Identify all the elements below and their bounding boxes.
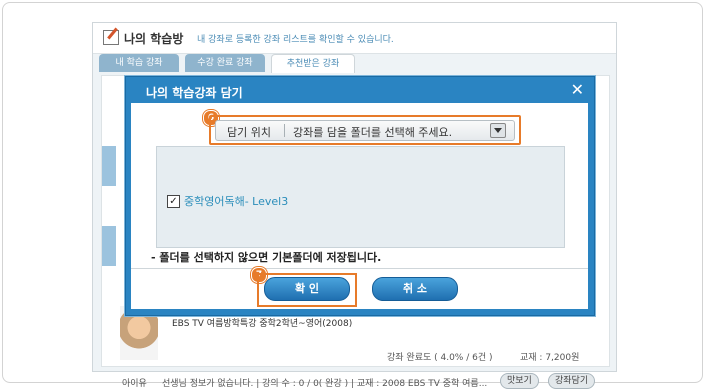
chevron-down-icon[interactable]: [490, 123, 506, 138]
dialog-title: 나의 학습강좌 담기: [146, 86, 243, 100]
preview-button[interactable]: 맛보기: [500, 373, 539, 389]
teacher-name: 아이유: [122, 379, 147, 389]
course-thumb-1: [102, 146, 116, 186]
dialog-divider: [131, 268, 588, 269]
tab-recommended-courses[interactable]: 추천받은 강좌: [271, 54, 355, 73]
page-description: 내 강좌로 등록한 강좌 리스트를 확인할 수 있습니다.: [197, 35, 394, 45]
tab-my-courses[interactable]: 내 학습 강좌: [99, 54, 179, 72]
course-price: 교재 : 7,200원: [520, 353, 580, 363]
confirm-highlight: 확 인: [257, 273, 357, 307]
panel-header: 나의 학습방 내 강좌로 등록한 강좌 리스트를 확인할 수 있습니다.: [93, 23, 616, 54]
course-footer-info: 선생님 정보가 없습니다. | 강의 수 : 0 / 0( 완강 ) | 교재 …: [162, 379, 488, 389]
page-title: 나의 학습방: [124, 32, 184, 46]
cancel-button[interactable]: 취 소: [372, 277, 458, 301]
course-title[interactable]: EBS TV 여름방학특강 중학2학년~영어(2008): [172, 316, 352, 329]
course-thumb-2: [102, 226, 116, 266]
course-progress: 강좌 완료도 ( 4.0% / 6건 ): [387, 353, 493, 363]
dialog-body: 6 담기 위치 강좌를 담을 폴더를 선택해 주세요. ✓ 중학영어독해- Le…: [131, 103, 588, 309]
page-frame: 나의 학습방 내 강좌로 등록한 강좌 리스트를 확인할 수 있습니다. 내 학…: [2, 2, 703, 389]
confirm-button[interactable]: 확 인: [264, 277, 350, 301]
course-checkbox[interactable]: ✓: [167, 195, 180, 208]
folder-select[interactable]: 담기 위치 강좌를 담을 폴더를 선택해 주세요.: [215, 120, 515, 141]
folder-divider: [284, 124, 285, 137]
notebook-icon: [103, 30, 119, 45]
course-item-list: ✓ 중학영어독해- Level3: [156, 146, 565, 248]
folder-select-label: 담기 위치: [227, 126, 271, 139]
add-course-dialog: 나의 학습강좌 담기 ✕ 6 담기 위치 강좌를 담을 폴더를 선택해 주세요.…: [125, 76, 595, 316]
course-item-label[interactable]: 중학영어독해- Level3: [184, 193, 288, 209]
tab-completed-courses[interactable]: 수강 완료 강좌: [185, 54, 265, 72]
folder-select-highlight: 담기 위치 강좌를 담을 폴더를 선택해 주세요.: [209, 115, 521, 145]
close-icon[interactable]: ✕: [571, 82, 584, 98]
add-course-button[interactable]: 강좌담기: [548, 373, 596, 389]
folder-select-value: 강좌를 담을 폴더를 선택해 주세요.: [293, 126, 453, 139]
default-folder-notice: - 폴더를 선택하지 않으면 기본폴더에 저장됩니다.: [151, 251, 382, 264]
